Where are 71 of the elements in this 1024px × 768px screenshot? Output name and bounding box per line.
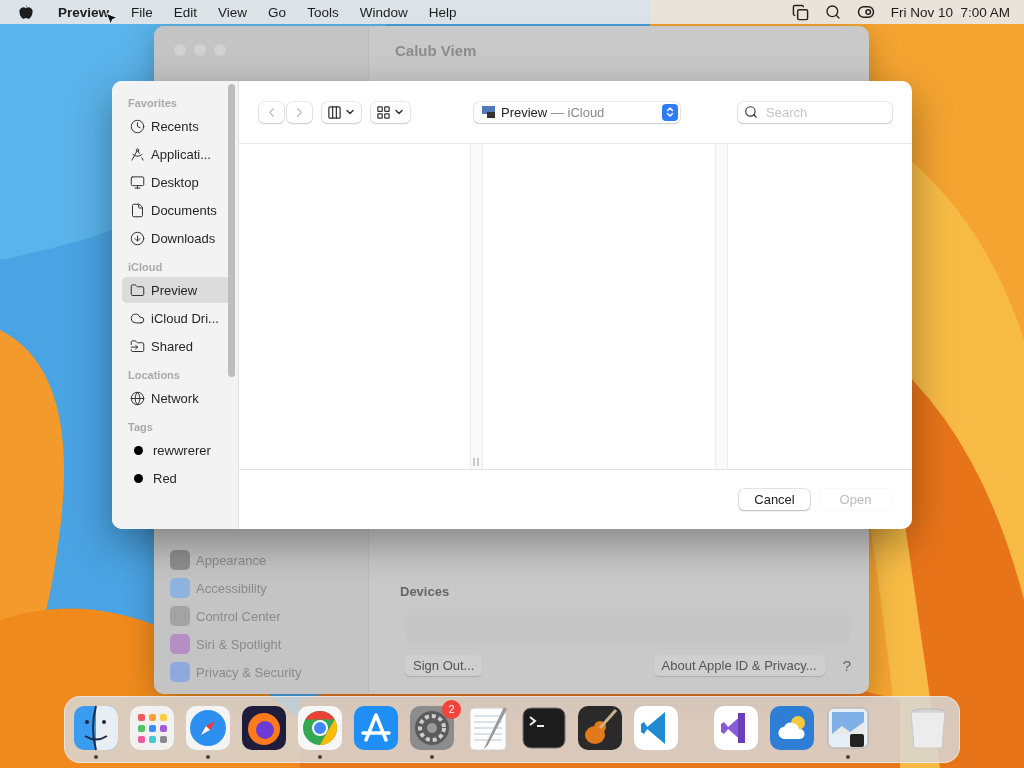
clock-text[interactable]: Fri Nov 10 7:00 AM	[890, 4, 1010, 20]
clock-icon	[130, 118, 145, 134]
shared-folder-icon	[130, 338, 145, 354]
menu-item[interactable]: View	[218, 4, 248, 20]
sidebar-item[interactable]: Red	[153, 470, 177, 486]
visual-studio-icon[interactable]	[712, 703, 760, 752]
sidebar-item[interactable]: Applicati...	[151, 146, 211, 162]
grid-icon	[376, 104, 391, 120]
drafting-compass-icon	[130, 146, 145, 162]
firefox-icon[interactable]	[240, 703, 288, 752]
vscode-icon[interactable]	[632, 703, 680, 752]
menu-item[interactable]: Go	[268, 4, 287, 20]
stepper-icon	[662, 103, 678, 121]
sidebar-item[interactable]: Network	[151, 390, 199, 406]
help-button[interactable]: ?	[842, 657, 851, 674]
apple-logo-icon[interactable]	[18, 4, 34, 20]
menu-item[interactable]: Edit	[173, 4, 198, 20]
settings-app-icon	[170, 550, 190, 570]
app-store-icon[interactable]	[352, 703, 400, 752]
column-view-button[interactable]	[322, 101, 361, 123]
sidebar-item[interactable]: Shared	[151, 338, 193, 354]
document-icon	[130, 202, 145, 218]
privacy-button[interactable]: About Apple ID & Privacy...	[653, 655, 825, 676]
menu-item[interactable]: Tools	[307, 4, 339, 20]
launchpad-icon[interactable]	[128, 703, 176, 752]
monitor-icon	[130, 174, 145, 190]
guitar-icon[interactable]	[576, 703, 624, 752]
group-button[interactable]	[371, 101, 410, 123]
settings-app-icon	[170, 662, 190, 682]
settings-app-icon	[170, 578, 190, 598]
sidebar-heading: Locations	[128, 369, 181, 381]
toggle-icon[interactable]	[856, 3, 875, 21]
sign-out-button[interactable]: Sign Out...	[405, 655, 483, 676]
search-bar[interactable]: Search	[738, 101, 892, 123]
sidebar-item[interactable]: Documents	[151, 202, 217, 218]
stacked-windows-icon[interactable]	[791, 3, 809, 21]
sidebar-item[interactable]: iCloud Dri...	[151, 310, 219, 326]
finder-icon[interactable]	[72, 703, 120, 752]
compass-icon[interactable]	[184, 703, 232, 752]
weather-icon[interactable]	[768, 703, 816, 752]
globe-icon	[130, 390, 145, 406]
download-icon	[130, 230, 145, 246]
sidebar-item[interactable]: rewwrerer	[153, 442, 211, 458]
search-icon[interactable]	[824, 4, 841, 20]
menu-item[interactable]: Preview	[58, 4, 110, 20]
chrome-icon[interactable]	[296, 703, 344, 752]
gear-icon[interactable]	[408, 703, 456, 752]
scrollbar[interactable]	[228, 84, 235, 377]
settings-app-icon	[170, 634, 190, 654]
location-popup[interactable]: Preview — iCloud	[474, 101, 680, 123]
sidebar-heading: Favorites	[128, 97, 178, 109]
sidebar-heading: iCloud	[128, 261, 164, 273]
settings-app-icon	[170, 606, 190, 626]
sidebar-item[interactable]: Recents	[151, 118, 199, 134]
cancel-button[interactable]: Cancel	[739, 489, 810, 510]
window-title: Calub Viem	[395, 42, 478, 59]
search-icon	[744, 105, 758, 119]
columns-icon	[327, 104, 342, 120]
preview-app-icon	[482, 106, 496, 118]
sidebar-item[interactable]: Downloads	[151, 230, 216, 246]
menu-item[interactable]: Help	[428, 4, 457, 20]
folder-icon	[130, 282, 145, 298]
menu-item[interactable]: File	[131, 4, 153, 20]
section-heading: Devices	[400, 584, 451, 599]
notification-badge: 2	[442, 699, 461, 719]
sidebar-heading: Tags	[128, 421, 154, 433]
cloud-icon	[130, 310, 145, 326]
search-input[interactable]: Search	[764, 103, 878, 121]
menu-item[interactable]: Window	[359, 4, 408, 20]
sidebar-item[interactable]: Desktop	[151, 174, 199, 190]
resize-grip-icon[interactable]	[473, 458, 479, 466]
